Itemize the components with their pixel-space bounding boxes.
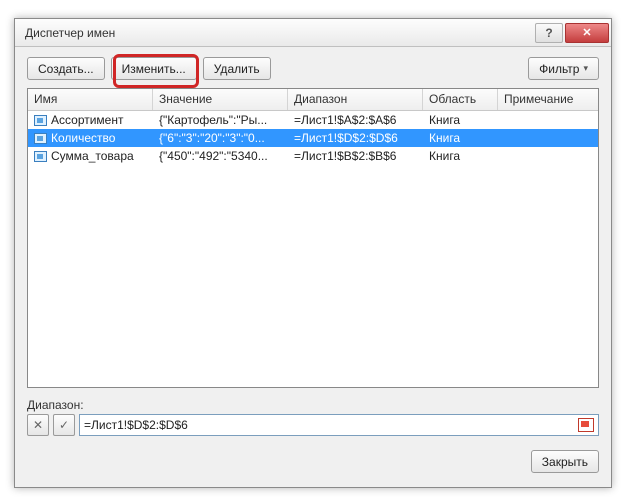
col-range[interactable]: Диапазон (288, 89, 423, 110)
name-manager-dialog: Диспетчер имен Создать... Изменить... Уд… (14, 18, 612, 488)
range-value: =Лист1!$D$2:$D$6 (84, 418, 578, 432)
range-editor: ✕ ✓ =Лист1!$D$2:$D$6 (27, 414, 599, 436)
name-icon (34, 151, 47, 162)
create-button[interactable]: Создать... (27, 57, 105, 80)
table-row[interactable]: Сумма_товара {"450":"492":"5340...=Лист1!… (28, 147, 598, 165)
range-input[interactable]: =Лист1!$D$2:$D$6 (79, 414, 599, 436)
filter-button[interactable]: Фильтр (528, 57, 599, 80)
table-row[interactable]: Количество {"6":"3":"20":"3":"0...=Лист1!… (28, 129, 598, 147)
range-label: Диапазон: (27, 398, 599, 412)
row-value: {"450":"492":"5340... (153, 149, 288, 163)
col-comment[interactable]: Примечание (498, 89, 598, 110)
row-name: Ассортимент (51, 113, 123, 127)
table-row[interactable]: Ассортимент {"Картофель":"Ры...=Лист1!$A$… (28, 111, 598, 129)
row-name: Сумма_товара (51, 149, 134, 163)
row-range: =Лист1!$A$2:$A$6 (288, 113, 423, 127)
row-scope: Книга (423, 131, 498, 145)
row-name: Количество (51, 131, 115, 145)
cancel-range-button[interactable]: ✕ (27, 414, 49, 436)
row-scope: Книга (423, 149, 498, 163)
dialog-title: Диспетчер имен (25, 26, 535, 40)
col-name[interactable]: Имя (28, 89, 153, 110)
name-icon (34, 133, 47, 144)
row-value: {"Картофель":"Ры... (153, 113, 288, 127)
dialog-footer: Закрыть (15, 436, 611, 473)
collapse-dialog-icon[interactable] (578, 418, 594, 432)
toolbar: Создать... Изменить... Удалить Фильтр (15, 47, 611, 88)
name-icon (34, 115, 47, 126)
row-scope: Книга (423, 113, 498, 127)
col-scope[interactable]: Область (423, 89, 498, 110)
edit-button[interactable]: Изменить... (111, 57, 197, 80)
row-range: =Лист1!$B$2:$B$6 (288, 149, 423, 163)
row-value: {"6":"3":"20":"3":"0... (153, 131, 288, 145)
names-listview[interactable]: Имя Значение Диапазон Область Примечание… (27, 88, 599, 388)
help-button[interactable] (535, 23, 563, 43)
close-window-button[interactable] (565, 23, 609, 43)
titlebar: Диспетчер имен (15, 19, 611, 47)
accept-range-button[interactable]: ✓ (53, 414, 75, 436)
row-range: =Лист1!$D$2:$D$6 (288, 131, 423, 145)
column-headers: Имя Значение Диапазон Область Примечание (28, 89, 598, 111)
close-button[interactable]: Закрыть (531, 450, 599, 473)
col-value[interactable]: Значение (153, 89, 288, 110)
delete-button[interactable]: Удалить (203, 57, 271, 80)
